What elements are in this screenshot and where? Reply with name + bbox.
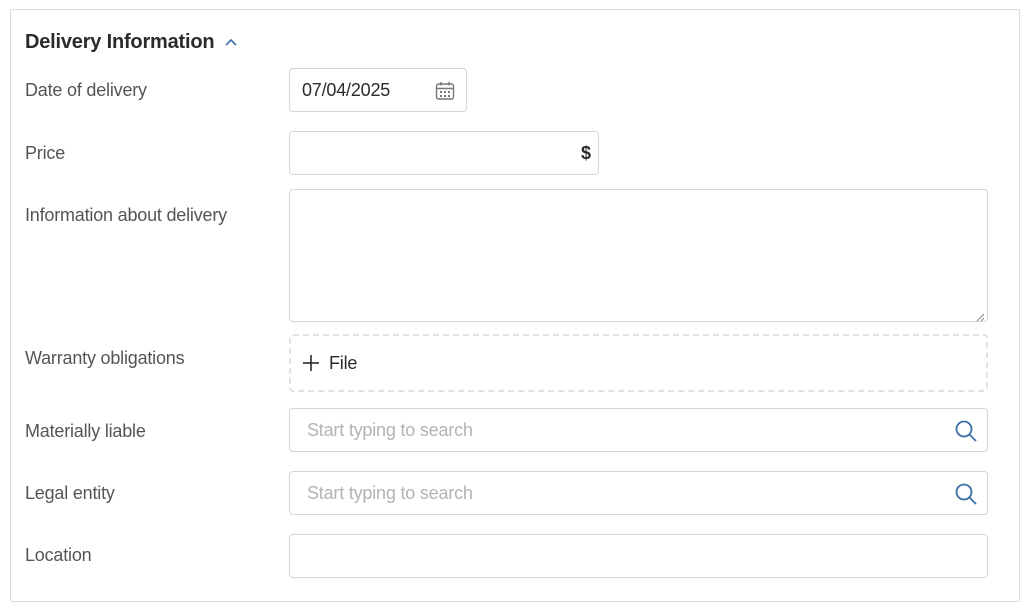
- legal-entity-label: Legal entity: [25, 483, 115, 503]
- location-field[interactable]: [289, 534, 988, 578]
- section-header[interactable]: Delivery Information: [25, 30, 238, 54]
- price-field[interactable]: $: [289, 131, 599, 175]
- add-file-button[interactable]: File: [289, 334, 988, 392]
- materially-liable-field[interactable]: [289, 408, 988, 452]
- date-of-delivery-value: 07/04/2025: [302, 79, 391, 100]
- date-of-delivery-field[interactable]: 07/04/2025: [289, 68, 467, 112]
- date-of-delivery-label: Date of delivery: [25, 80, 147, 100]
- section-title: Delivery Information: [25, 30, 215, 53]
- search-icon[interactable]: [954, 419, 978, 443]
- information-about-delivery-textarea[interactable]: [289, 189, 988, 322]
- plus-icon: [301, 353, 321, 373]
- location-label: Location: [25, 545, 92, 565]
- search-icon[interactable]: [954, 482, 978, 506]
- calendar-icon[interactable]: [434, 80, 456, 102]
- price-label: Price: [25, 143, 66, 163]
- chevron-up-icon[interactable]: [224, 35, 238, 49]
- legal-entity-input[interactable]: [307, 482, 927, 504]
- currency-symbol: $: [580, 143, 591, 163]
- materially-liable-input[interactable]: [307, 419, 927, 441]
- add-file-label: File: [329, 352, 358, 373]
- warranty-obligations-label: Warranty obligations: [25, 348, 185, 368]
- materially-liable-label: Materially liable: [25, 421, 146, 441]
- legal-entity-field[interactable]: [289, 471, 988, 515]
- resize-grip-icon[interactable]: [975, 309, 985, 322]
- information-about-delivery-label: Information about delivery: [25, 205, 227, 225]
- delivery-information-panel: Delivery Information Date of delivery 07…: [10, 9, 1020, 602]
